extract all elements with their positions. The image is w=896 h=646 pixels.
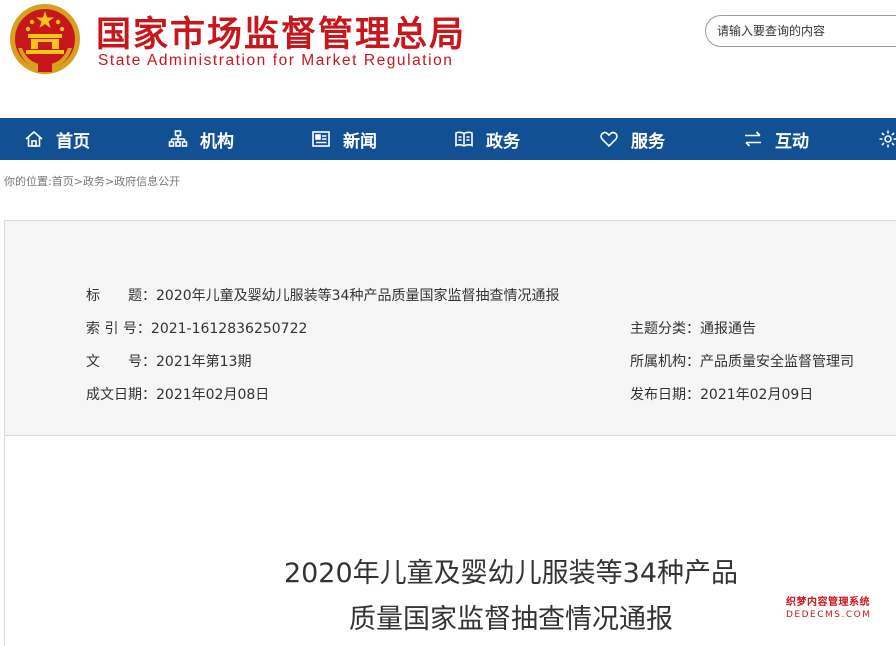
nav-item-home[interactable]: 首页 — [24, 118, 90, 160]
nav-label-interaction: 互动 — [775, 131, 809, 152]
meta-agency-value: 产品质量安全监督管理司 — [700, 354, 854, 370]
nav-label-organization: 机构 — [200, 131, 234, 152]
meta-index-row: 索 引 号：2021-1612836250722 — [86, 318, 307, 338]
nav-label-home: 首页 — [56, 131, 90, 152]
search-box[interactable] — [705, 15, 896, 47]
gear-icon — [879, 130, 896, 148]
site-header: 国家市场监督管理总局 State Administration for Mark… — [0, 0, 896, 118]
nav-item-services[interactable]: 服务 — [599, 118, 665, 160]
meta-agency-label: 所属机构： — [630, 354, 700, 370]
breadcrumb-separator: > — [73, 175, 83, 188]
meta-created-row: 成文日期：2021年02月08日 — [86, 384, 269, 404]
meta-published-label: 发布日期： — [630, 387, 700, 403]
meta-topic-value: 通报通告 — [700, 321, 756, 337]
breadcrumb: 你的位置:首页>政务>政府信息公开 — [4, 173, 180, 189]
meta-docno-label: 文 号： — [86, 354, 156, 370]
nav-item-government-affairs[interactable]: 政务 — [454, 118, 520, 160]
meta-topic-label: 主题分类： — [630, 321, 700, 337]
breadcrumb-link-info-disclosure[interactable]: 政府信息公开 — [114, 175, 180, 188]
breadcrumb-link-home[interactable]: 首页 — [52, 175, 74, 188]
exchange-icon — [745, 131, 761, 147]
heart-icon — [600, 131, 618, 148]
meta-title-value: 2020年儿童及婴幼儿服装等34种产品质量国家监督抽查情况通报 — [156, 288, 560, 304]
breadcrumb-separator: > — [104, 175, 115, 188]
meta-title-row: 标 题：2020年儿童及婴幼儿服装等34种产品质量国家监督抽查情况通报 — [86, 285, 559, 305]
org-icon — [168, 130, 188, 147]
meta-topic-row: 主题分类：通报通告 — [630, 318, 756, 338]
home-icon — [25, 130, 43, 147]
watermark-line-1: 织梦内容管理系统 — [786, 597, 870, 608]
site-subtitle: State Administration for Market Regulati… — [98, 52, 454, 69]
meta-title-label: 标 题： — [86, 288, 156, 304]
nav-item-news[interactable]: 新闻 — [311, 118, 377, 160]
watermark-line-2: DEDECMS.COM — [786, 610, 872, 620]
nav-item-organization[interactable]: 机构 — [168, 118, 234, 160]
meta-index-label: 索 引 号： — [86, 321, 151, 337]
nav-label-government-affairs: 政务 — [486, 131, 520, 152]
nav-label-news: 新闻 — [343, 131, 377, 152]
meta-created-label: 成文日期： — [86, 387, 156, 403]
nav-item-more[interactable] — [878, 118, 896, 160]
breadcrumb-link-government-affairs[interactable]: 政务 — [83, 175, 105, 188]
main-nav: 首页 机构 新闻 政务 服务 互动 — [0, 118, 896, 160]
national-emblem-icon — [10, 4, 80, 74]
meta-created-value: 2021年02月08日 — [156, 387, 270, 403]
site-title: 国家市场监督管理总局 — [96, 15, 467, 55]
nav-label-services: 服务 — [631, 131, 665, 152]
document-heading-line-1: 2020年儿童及婴幼儿服装等34种产品 — [283, 558, 739, 589]
meta-agency-row: 所属机构：产品质量安全监督管理司 — [630, 351, 854, 371]
meta-docno-row: 文 号：2021年第13期 — [86, 351, 251, 371]
meta-index-value: 2021-1612836250722 — [150, 321, 308, 337]
document-heading-line-2: 质量国家监督抽查情况通报 — [349, 604, 673, 635]
meta-docno-value: 2021年第13期 — [156, 354, 252, 370]
breadcrumb-prefix: 你的位置: — [4, 175, 52, 188]
watermark: 织梦内容管理系统 DEDECMS.COM — [786, 598, 896, 620]
meta-published-value: 2021年02月09日 — [700, 387, 814, 403]
nav-item-interaction[interactable]: 互动 — [743, 118, 809, 160]
search-input[interactable] — [717, 22, 896, 40]
news-icon — [312, 131, 330, 147]
government-affairs-icon — [455, 131, 473, 147]
meta-published-row: 发布日期：2021年02月09日 — [630, 384, 813, 404]
